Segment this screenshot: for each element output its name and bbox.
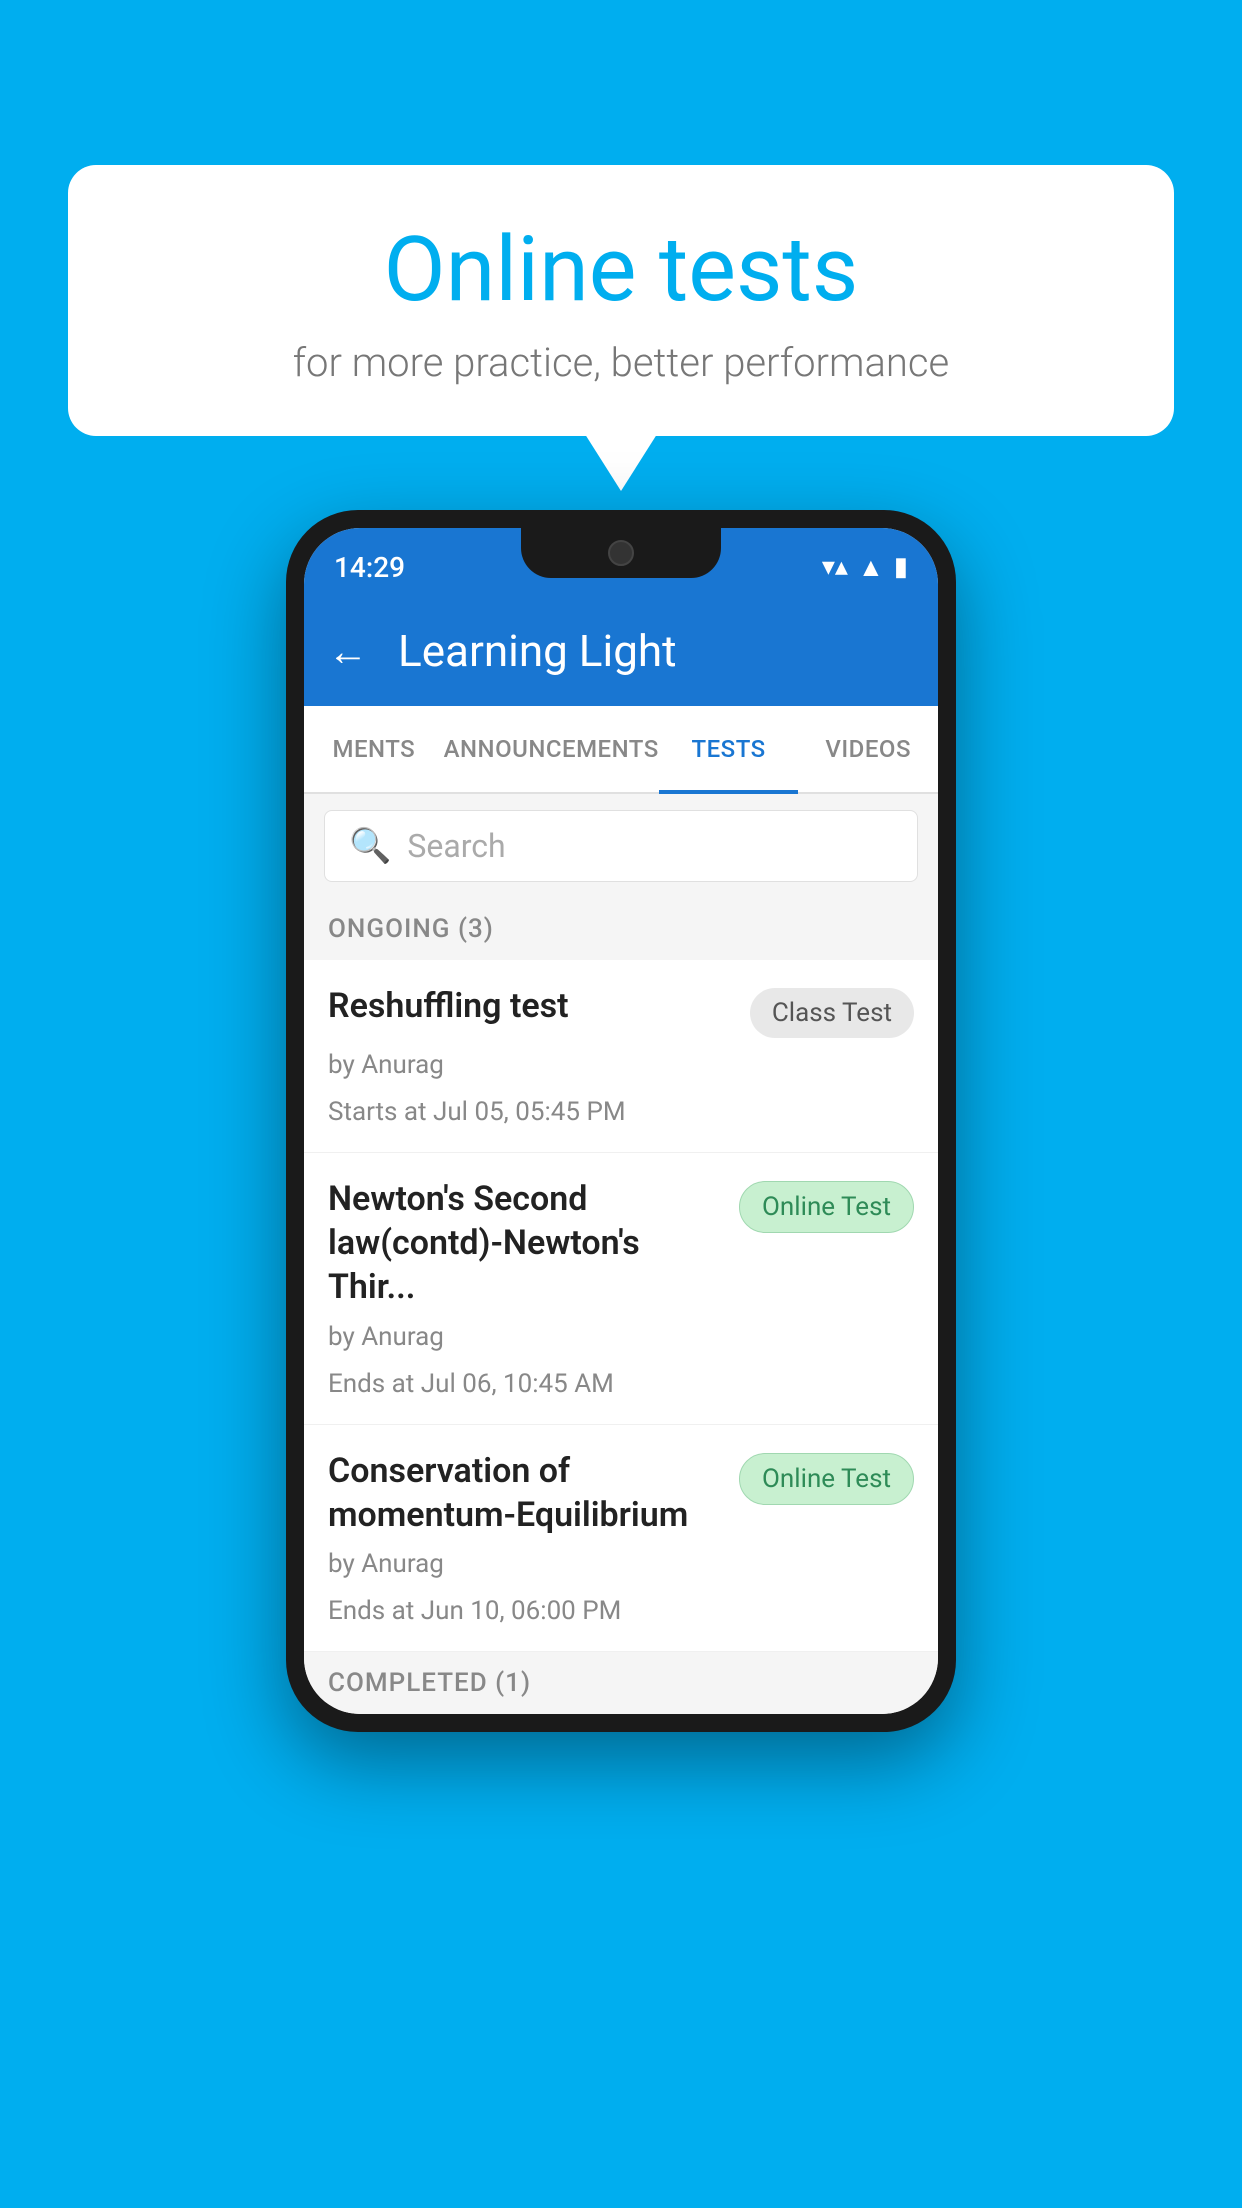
- phone-screen: 14:29 ▾▴ ▲ ▮ ← Learning Light MENTS ANNO…: [304, 528, 938, 1714]
- battery-icon: ▮: [894, 552, 908, 582]
- app-title: Learning Light: [398, 625, 677, 677]
- phone-outer: 14:29 ▾▴ ▲ ▮ ← Learning Light MENTS ANNO…: [286, 510, 956, 1732]
- phone-notch: [521, 528, 721, 578]
- test-by-conservation: by Anurag: [328, 1545, 914, 1584]
- wifi-icon: ▾▴: [822, 552, 848, 582]
- test-by-newton: by Anurag: [328, 1318, 914, 1357]
- camera-icon: [608, 540, 634, 566]
- test-name-newton: Newton's Second law(contd)-Newton's Thir…: [328, 1177, 719, 1310]
- test-name-reshuffling: Reshuffling test: [328, 984, 730, 1028]
- search-container: 🔍 Search: [304, 794, 938, 898]
- phone-mockup: 14:29 ▾▴ ▲ ▮ ← Learning Light MENTS ANNO…: [286, 510, 956, 1732]
- tabs-bar: MENTS ANNOUNCEMENTS TESTS VIDEOS: [304, 706, 938, 794]
- status-icons: ▾▴ ▲ ▮: [822, 552, 908, 583]
- test-item-newton[interactable]: Newton's Second law(contd)-Newton's Thir…: [304, 1153, 938, 1425]
- back-button[interactable]: ←: [328, 628, 368, 675]
- app-bar: ← Learning Light: [304, 596, 938, 706]
- test-time-reshuffling: Starts at Jul 05, 05:45 PM: [328, 1093, 914, 1132]
- test-item-row-2: Newton's Second law(contd)-Newton's Thir…: [328, 1177, 914, 1310]
- test-by-reshuffling: by Anurag: [328, 1046, 914, 1085]
- tab-videos[interactable]: VIDEOS: [798, 706, 938, 792]
- test-item-reshuffling[interactable]: Reshuffling test Class Test by Anurag St…: [304, 960, 938, 1153]
- test-item-row-1: Reshuffling test Class Test: [328, 984, 914, 1038]
- search-input[interactable]: Search: [407, 827, 505, 865]
- signal-icon: ▲: [858, 552, 884, 583]
- test-time-newton: Ends at Jul 06, 10:45 AM: [328, 1365, 914, 1404]
- search-icon: 🔍: [349, 826, 391, 866]
- test-badge-newton: Online Test: [739, 1181, 914, 1233]
- speech-bubble: Online tests for more practice, better p…: [68, 165, 1174, 436]
- test-name-conservation: Conservation of momentum-Equilibrium: [328, 1449, 719, 1537]
- tab-tests[interactable]: TESTS: [659, 706, 799, 792]
- bubble-subtitle: for more practice, better performance: [128, 339, 1114, 386]
- tab-announcements[interactable]: ANNOUNCEMENTS: [444, 706, 659, 792]
- ongoing-section-header: ONGOING (3): [304, 898, 938, 960]
- test-time-conservation: Ends at Jun 10, 06:00 PM: [328, 1592, 914, 1631]
- bubble-title: Online tests: [128, 220, 1114, 319]
- test-item-conservation[interactable]: Conservation of momentum-Equilibrium Onl…: [304, 1425, 938, 1652]
- status-time: 14:29: [334, 551, 405, 584]
- test-badge-reshuffling: Class Test: [750, 988, 914, 1038]
- tab-ments[interactable]: MENTS: [304, 706, 444, 792]
- test-badge-conservation: Online Test: [739, 1453, 914, 1505]
- search-bar[interactable]: 🔍 Search: [324, 810, 918, 882]
- test-item-row-3: Conservation of momentum-Equilibrium Onl…: [328, 1449, 914, 1537]
- completed-section-header: COMPLETED (1): [304, 1652, 938, 1714]
